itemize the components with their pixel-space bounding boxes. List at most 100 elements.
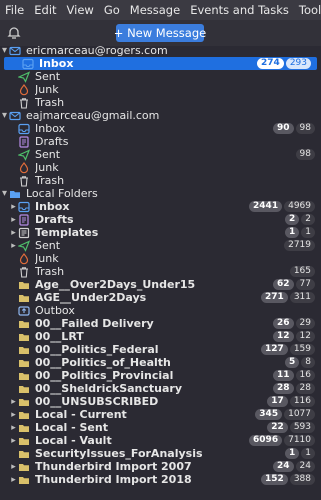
- folder-counts: 2441 4969: [247, 201, 315, 212]
- folder-tree: ▾ ericmarceau@rogers.com Inbox 274 293 Sent Ju…: [0, 44, 321, 486]
- unread-count-badge: 2: [285, 214, 300, 225]
- menu-events-and-tasks[interactable]: Events and Tasks: [185, 3, 294, 17]
- folder-local-vault[interactable]: ▸ Local - Vault 6096 7110: [0, 434, 321, 447]
- chevron-right-icon[interactable]: ▸: [9, 462, 18, 472]
- folder-trash[interactable]: Trash: [0, 174, 321, 187]
- inbox-icon: [22, 58, 34, 70]
- menu-go[interactable]: Go: [99, 3, 125, 17]
- folder-drafts[interactable]: ▸ Drafts 2 2: [0, 213, 321, 226]
- folder-sent[interactable]: Sent 98: [0, 148, 321, 161]
- chevron-right-icon[interactable]: ▸: [9, 215, 18, 225]
- folder-inbox[interactable]: Inbox 274 293: [4, 57, 317, 70]
- total-count-badge: 159: [289, 344, 315, 355]
- chevron-right-icon[interactable]: ▸: [9, 397, 18, 407]
- unread-count-badge: 1: [285, 448, 300, 459]
- folder-local-current[interactable]: ▸ Local - Current 345 1077: [0, 408, 321, 421]
- chevron-down-icon[interactable]: ▾: [0, 188, 9, 199]
- folder-counts: 127 159: [259, 344, 315, 355]
- chevron-down-icon[interactable]: ▾: [0, 110, 9, 121]
- folder-icon: [18, 292, 30, 304]
- folder-junk[interactable]: Junk: [0, 83, 321, 96]
- folder-00-politics-provincial[interactable]: 00__Politics_Provincial 11 16: [0, 369, 321, 382]
- folder-label: Inbox: [35, 122, 66, 135]
- inbox-icon: [18, 201, 30, 213]
- folder-counts: 28 28: [271, 383, 315, 394]
- chevron-right-icon[interactable]: ▸: [9, 202, 18, 212]
- folder-00-sheldricksanctuary[interactable]: 00__SheldrickSanctuary 28 28: [0, 382, 321, 395]
- folder-label: Drafts: [35, 213, 74, 226]
- folder-counts: 11: [283, 227, 315, 238]
- folder-inbox[interactable]: Inbox 90 98: [0, 122, 321, 135]
- folder-local-sent[interactable]: ▸ Local - Sent 22 593: [0, 421, 321, 434]
- total-count-badge: 8: [301, 357, 315, 368]
- folder-00-lrt[interactable]: 00__LRT 12 12: [0, 330, 321, 343]
- folder-label: Thunderbird Import 2007: [35, 460, 192, 473]
- chevron-down-icon[interactable]: ▾: [0, 45, 9, 56]
- chevron-right-icon[interactable]: ▸: [9, 241, 18, 251]
- toolbar: + New Message: [0, 20, 321, 46]
- folder-templates[interactable]: ▸ Templates 1 1: [0, 226, 321, 239]
- unread-count-badge: 271: [261, 292, 288, 303]
- menu-message[interactable]: Message: [125, 3, 185, 17]
- folder-trash[interactable]: Trash 165: [0, 265, 321, 278]
- menu-file[interactable]: File: [0, 3, 29, 17]
- total-count-badge: 293: [285, 58, 311, 69]
- folder-junk[interactable]: Junk: [0, 252, 321, 265]
- folder-00-politics-federal[interactable]: 00__Politics_Federal 127 159: [0, 343, 321, 356]
- unread-count-badge: 28: [273, 383, 294, 394]
- chevron-right-icon[interactable]: ▸: [9, 475, 18, 485]
- folder-icon: [18, 461, 30, 473]
- folder-00-unsubscribed[interactable]: ▸ 00__UNSUBSCRIBED 17 116: [0, 395, 321, 408]
- folder-counts: 62 77: [271, 279, 315, 290]
- folder-outbox[interactable]: Outbox: [0, 304, 321, 317]
- folder-counts: 98: [294, 149, 315, 160]
- account-ericmarceau-rogers-com[interactable]: ▾ ericmarceau@rogers.com: [0, 44, 321, 57]
- total-count-badge: 7110: [284, 435, 315, 446]
- chevron-right-icon[interactable]: ▸: [9, 423, 18, 433]
- folder-inbox[interactable]: ▸ Inbox 2441 4969: [0, 200, 321, 213]
- trash-icon: [18, 266, 30, 278]
- folder-label: 00__SheldrickSanctuary: [35, 382, 183, 395]
- menu-view[interactable]: View: [62, 3, 99, 17]
- folder-thunderbird-import-2007[interactable]: ▸ Thunderbird Import 2007 24 24: [0, 460, 321, 473]
- folder-label: Thunderbird Import 2018: [35, 473, 192, 486]
- folder-icon: [18, 383, 30, 395]
- account-local-folders[interactable]: ▾ Local Folders: [0, 187, 321, 200]
- sent-icon: [18, 239, 30, 252]
- folder-junk[interactable]: Junk: [0, 161, 321, 174]
- account-eajmarceau-gmail-com[interactable]: ▾ eajmarceau@gmail.com: [0, 109, 321, 122]
- folder-age-under2days[interactable]: AGE__Under2Days 271 311: [0, 291, 321, 304]
- unread-count-badge: 5: [285, 357, 300, 368]
- folder-icon: [18, 474, 30, 486]
- drafts-icon: [18, 213, 30, 226]
- folder-sent[interactable]: ▸ Sent 2719: [0, 239, 321, 252]
- folder-counts: 24 24: [271, 461, 315, 472]
- unread-count-badge: 90: [273, 123, 294, 134]
- folder-counts: 271 311: [259, 292, 315, 303]
- folder-securityissues-foranalysis[interactable]: SecurityIssues_ForAnalysis 1 1: [0, 447, 321, 460]
- folder-drafts[interactable]: Drafts: [0, 135, 321, 148]
- total-count-badge: 116: [289, 396, 315, 407]
- folder-00-failed-delivery[interactable]: 00__Failed Delivery 26 29: [0, 317, 321, 330]
- chevron-right-icon[interactable]: ▸: [9, 228, 18, 238]
- menu-edit[interactable]: Edit: [29, 3, 61, 17]
- folder-00-politics-of-health[interactable]: 00__Politics_of_Health 5 8: [0, 356, 321, 369]
- folder-trash[interactable]: Trash: [0, 96, 321, 109]
- total-count-badge: 388: [289, 474, 315, 485]
- get-messages-icon[interactable]: [7, 26, 21, 40]
- total-count-badge: 1077: [284, 409, 315, 420]
- menu-tools[interactable]: Tools: [294, 3, 321, 17]
- menu-bar: File Edit View Go Message Events and Tasks Too…: [0, 0, 321, 20]
- templates-icon: [18, 227, 30, 239]
- new-message-button[interactable]: + New Message: [114, 24, 206, 42]
- folder-counts: 165: [288, 266, 315, 277]
- unread-count-badge: 11: [273, 370, 294, 381]
- folder-age-over2days-under15[interactable]: Age__Over2Days_Under15 62 77: [0, 278, 321, 291]
- folder-counts: 11: [283, 448, 315, 459]
- folder-sent[interactable]: Sent: [0, 70, 321, 83]
- chevron-right-icon[interactable]: ▸: [9, 410, 18, 420]
- folder-label: Local - Current: [35, 408, 127, 421]
- chevron-right-icon[interactable]: ▸: [9, 436, 18, 446]
- total-count-badge: 77: [295, 279, 315, 290]
- folder-thunderbird-import-2018[interactable]: ▸ Thunderbird Import 2018 152 388: [0, 473, 321, 486]
